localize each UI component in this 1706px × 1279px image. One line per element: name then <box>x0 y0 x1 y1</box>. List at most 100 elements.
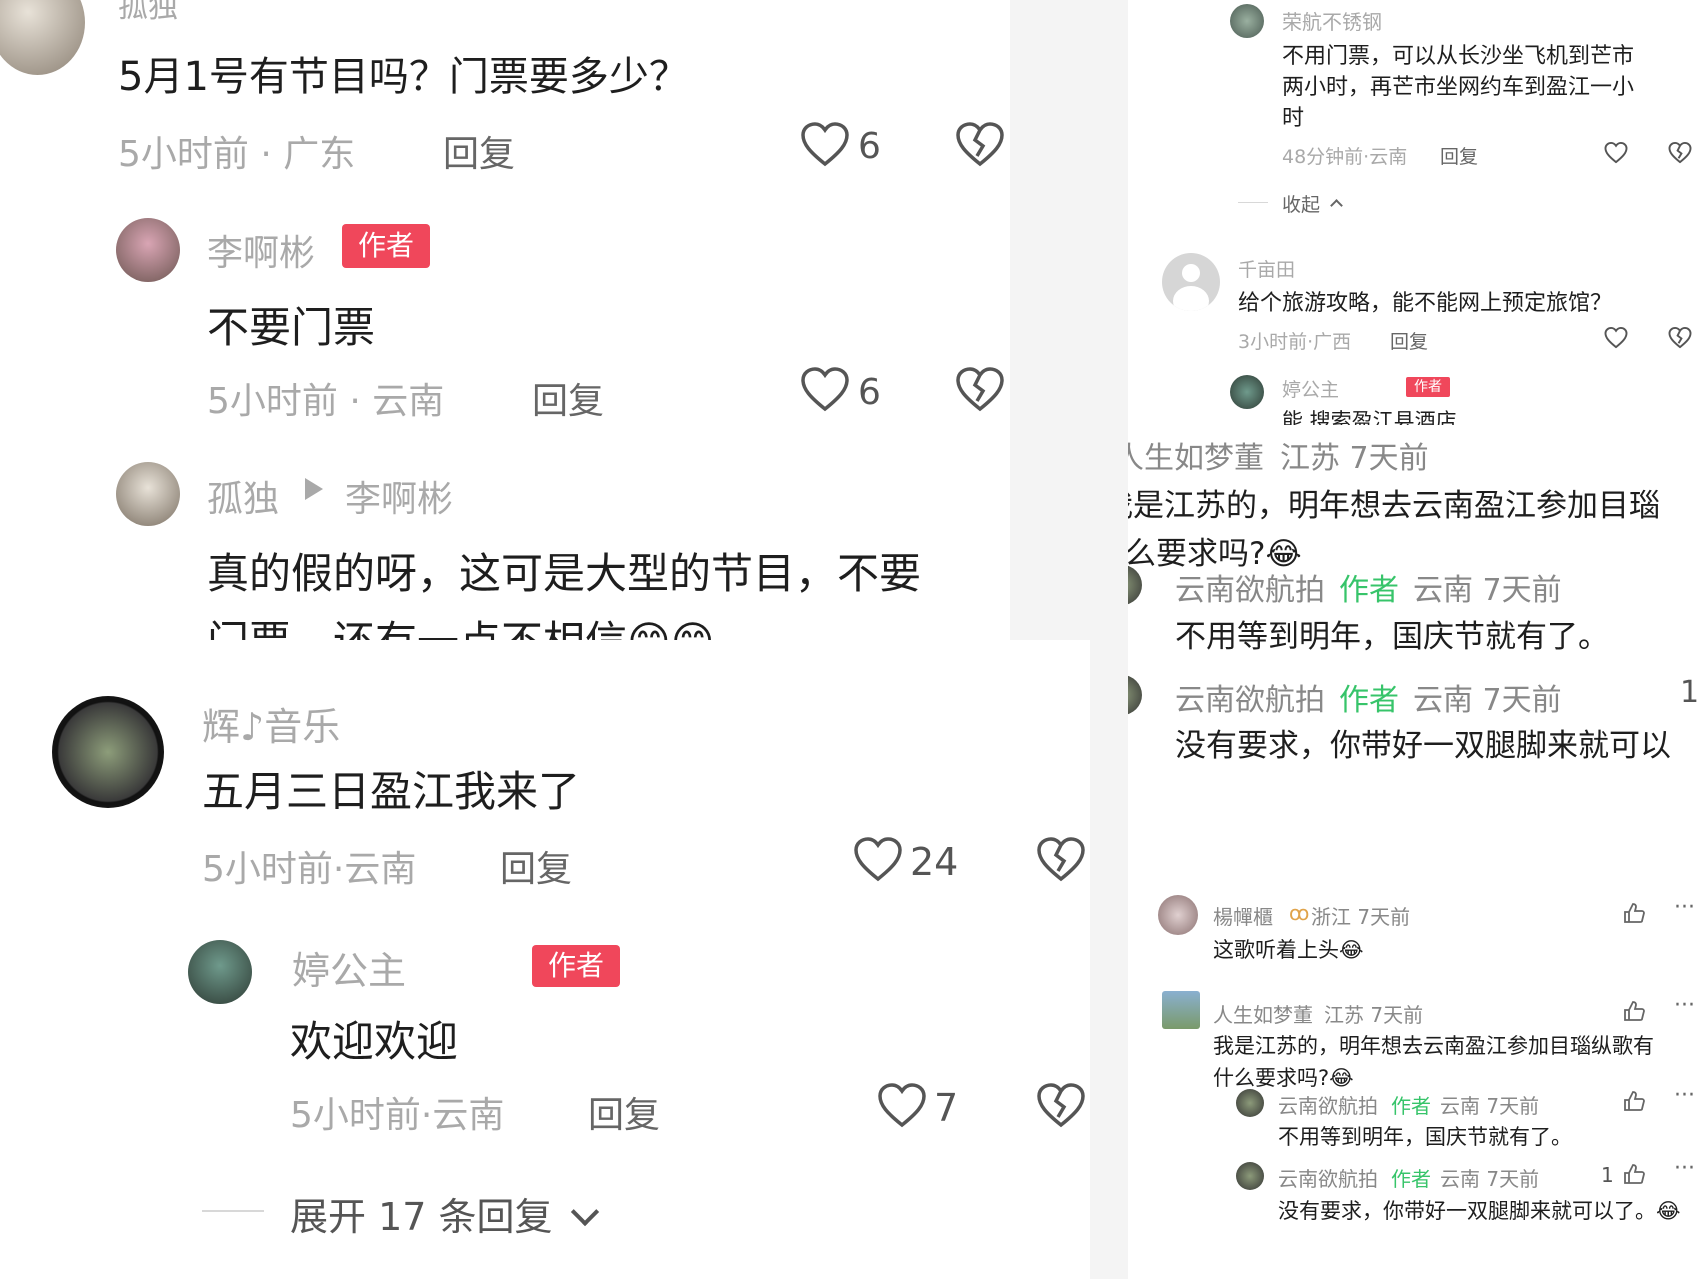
username[interactable]: 人生如梦董 <box>1213 999 1313 1028</box>
heart-icon <box>1604 327 1628 349</box>
like-count: 6 <box>858 372 881 413</box>
like-count: 1 <box>1601 1163 1614 1187</box>
comment-text: 没有要求，你带好一双腿脚来就可以 <box>1175 728 1671 764</box>
like-button[interactable] <box>877 1083 927 1129</box>
avatar[interactable] <box>52 696 164 808</box>
comment-meta: 浙江 7天前 <box>1311 905 1411 929</box>
divider <box>202 1210 264 1212</box>
username[interactable]: 云南欲航拍 <box>1278 1090 1378 1119</box>
username[interactable]: 孤独 <box>207 470 279 522</box>
comment-text: 我是江苏的，明年想去云南盈江参加目瑙 <box>1128 488 1660 524</box>
chevron-up-icon <box>1330 199 1343 212</box>
comment-text: 不用门票，可以从长沙坐飞机到芒市 <box>1282 44 1635 69</box>
comment-meta: 5小时前 · 广东 <box>118 134 356 175</box>
avatar-landscape[interactable] <box>1162 991 1200 1029</box>
like-count: 24 <box>910 840 959 884</box>
comment-text: 不用等到明年，国庆节就有了。 <box>1278 1125 1572 1149</box>
username[interactable]: 千亩田 <box>1238 255 1295 282</box>
username[interactable]: 李啊彬 <box>207 224 315 276</box>
comment-text: 欢迎欢迎 <box>290 1017 459 1066</box>
username[interactable]: 人生如梦董 <box>1128 433 1264 477</box>
author-badge: 作者 <box>1339 573 1399 608</box>
avatar[interactable] <box>1158 895 1198 935</box>
dislike-button[interactable] <box>1036 837 1086 883</box>
avatar[interactable] <box>1236 1089 1264 1117</box>
avatar[interactable] <box>1230 375 1264 409</box>
author-badge: 作者 <box>1339 683 1399 718</box>
expand-replies-label: 展开 17 条回复 <box>290 1195 553 1239</box>
broken-heart-icon <box>1668 327 1692 349</box>
comment-meta: 5小时前 · 云南 <box>207 381 445 422</box>
heart-icon <box>801 122 849 167</box>
dislike-button[interactable] <box>1668 142 1692 164</box>
like-button[interactable] <box>800 367 850 413</box>
comment-meta: 5小时前·云南 <box>290 1095 505 1136</box>
comment-text-cut: 能 搜索盈江县酒店 <box>1282 409 1457 425</box>
like-button[interactable] <box>1604 142 1628 164</box>
comment-meta: 云南 7天前 <box>1440 1094 1540 1118</box>
comment-meta: 48分钟前·云南 <box>1282 146 1408 168</box>
reply-button[interactable]: 回复 <box>532 372 604 424</box>
comment-text: 这歌听着上头😂 <box>1213 938 1364 962</box>
avatar[interactable] <box>188 940 252 1004</box>
expand-replies-button[interactable]: 展开 17 条回复 <box>290 1186 599 1241</box>
reply-button[interactable]: 回复 <box>1390 327 1428 354</box>
thumbs-up-icon <box>1624 1001 1645 1021</box>
reply-button[interactable]: 回复 <box>500 840 572 892</box>
comment-panel-top-left: 孤独 5月1号有节目吗？门票要多少？ 5小时前 · 广东 回复 6 李啊彬 作者… <box>0 0 1010 640</box>
avatar[interactable] <box>1162 253 1220 311</box>
reply-button[interactable]: 回复 <box>588 1086 660 1138</box>
reply-button[interactable]: 回复 <box>443 125 515 177</box>
like-button[interactable] <box>1604 327 1628 349</box>
like-button[interactable] <box>800 122 850 168</box>
username[interactable]: 荣航不锈钢 <box>1282 6 1382 35</box>
comment-text: 不要门票 <box>207 303 376 352</box>
dislike-button[interactable] <box>1668 327 1692 349</box>
avatar[interactable] <box>1236 1162 1264 1190</box>
comment-meta: 5小时前·云南 <box>202 849 417 890</box>
comment-panel-right-2: 人生如梦董 江苏 7天前 我是江苏的，明年想去云南盈江参加目瑙 什么要求吗?😂 … <box>1128 425 1706 865</box>
dislike-button[interactable] <box>1036 1083 1086 1129</box>
more-icon[interactable]: ··· <box>1674 1156 1695 1181</box>
like-button[interactable] <box>1622 999 1646 1023</box>
more-icon[interactable]: ··· <box>1674 1083 1695 1108</box>
thumbs-up-icon <box>1624 1091 1645 1111</box>
like-button[interactable] <box>1622 1162 1646 1186</box>
comment-meta: 云南 7天前 <box>1440 1167 1540 1191</box>
avatar[interactable] <box>116 462 180 526</box>
like-button[interactable] <box>853 837 903 883</box>
like-button[interactable] <box>1622 1089 1646 1113</box>
avatar[interactable] <box>1230 4 1264 38</box>
default-avatar-head <box>1182 264 1200 282</box>
divider <box>1238 202 1268 203</box>
comment-panel-bottom-left: 辉♪音乐 五月三日盈江我来了 5小时前·云南 回复 24 婷公主 作者 欢迎欢迎… <box>0 640 1090 1279</box>
broken-heart-icon <box>956 122 1004 167</box>
username[interactable]: 婷公主 <box>1282 375 1339 402</box>
username[interactable]: 云南欲航拍 <box>1175 565 1325 609</box>
username[interactable]: 辉♪音乐 <box>202 696 340 751</box>
username[interactable]: 孤独 <box>118 0 178 26</box>
username[interactable]: 云南欲航拍 <box>1175 675 1325 719</box>
username[interactable]: 楊幝櫃 <box>1213 901 1273 930</box>
reply-button[interactable]: 回复 <box>1440 142 1478 169</box>
dislike-button[interactable] <box>955 367 1005 413</box>
author-badge: 作者 <box>1391 1094 1431 1118</box>
avatar[interactable] <box>0 0 85 75</box>
like-button[interactable] <box>1622 901 1646 925</box>
heart-icon <box>854 837 902 882</box>
username[interactable]: 婷公主 <box>292 940 406 995</box>
comment-text-cut: 门票，还有一点不相信😁😁 <box>207 608 715 640</box>
dislike-button[interactable] <box>955 122 1005 168</box>
collapse-label: 收起 <box>1282 194 1321 216</box>
broken-heart-icon <box>956 367 1004 412</box>
badge-icon: ꝏ <box>1289 901 1310 925</box>
more-icon[interactable]: ··· <box>1674 993 1695 1018</box>
collapse-button[interactable]: 收起 <box>1282 190 1343 217</box>
comment-text: 时 <box>1282 106 1305 131</box>
comment-meta: 云南 7天前 <box>1413 683 1562 718</box>
reply-to-user[interactable]: 李啊彬 <box>345 470 453 522</box>
more-icon[interactable]: ··· <box>1674 895 1695 920</box>
avatar[interactable] <box>116 218 180 282</box>
avatar[interactable] <box>1128 675 1142 715</box>
username[interactable]: 云南欲航拍 <box>1278 1163 1378 1192</box>
